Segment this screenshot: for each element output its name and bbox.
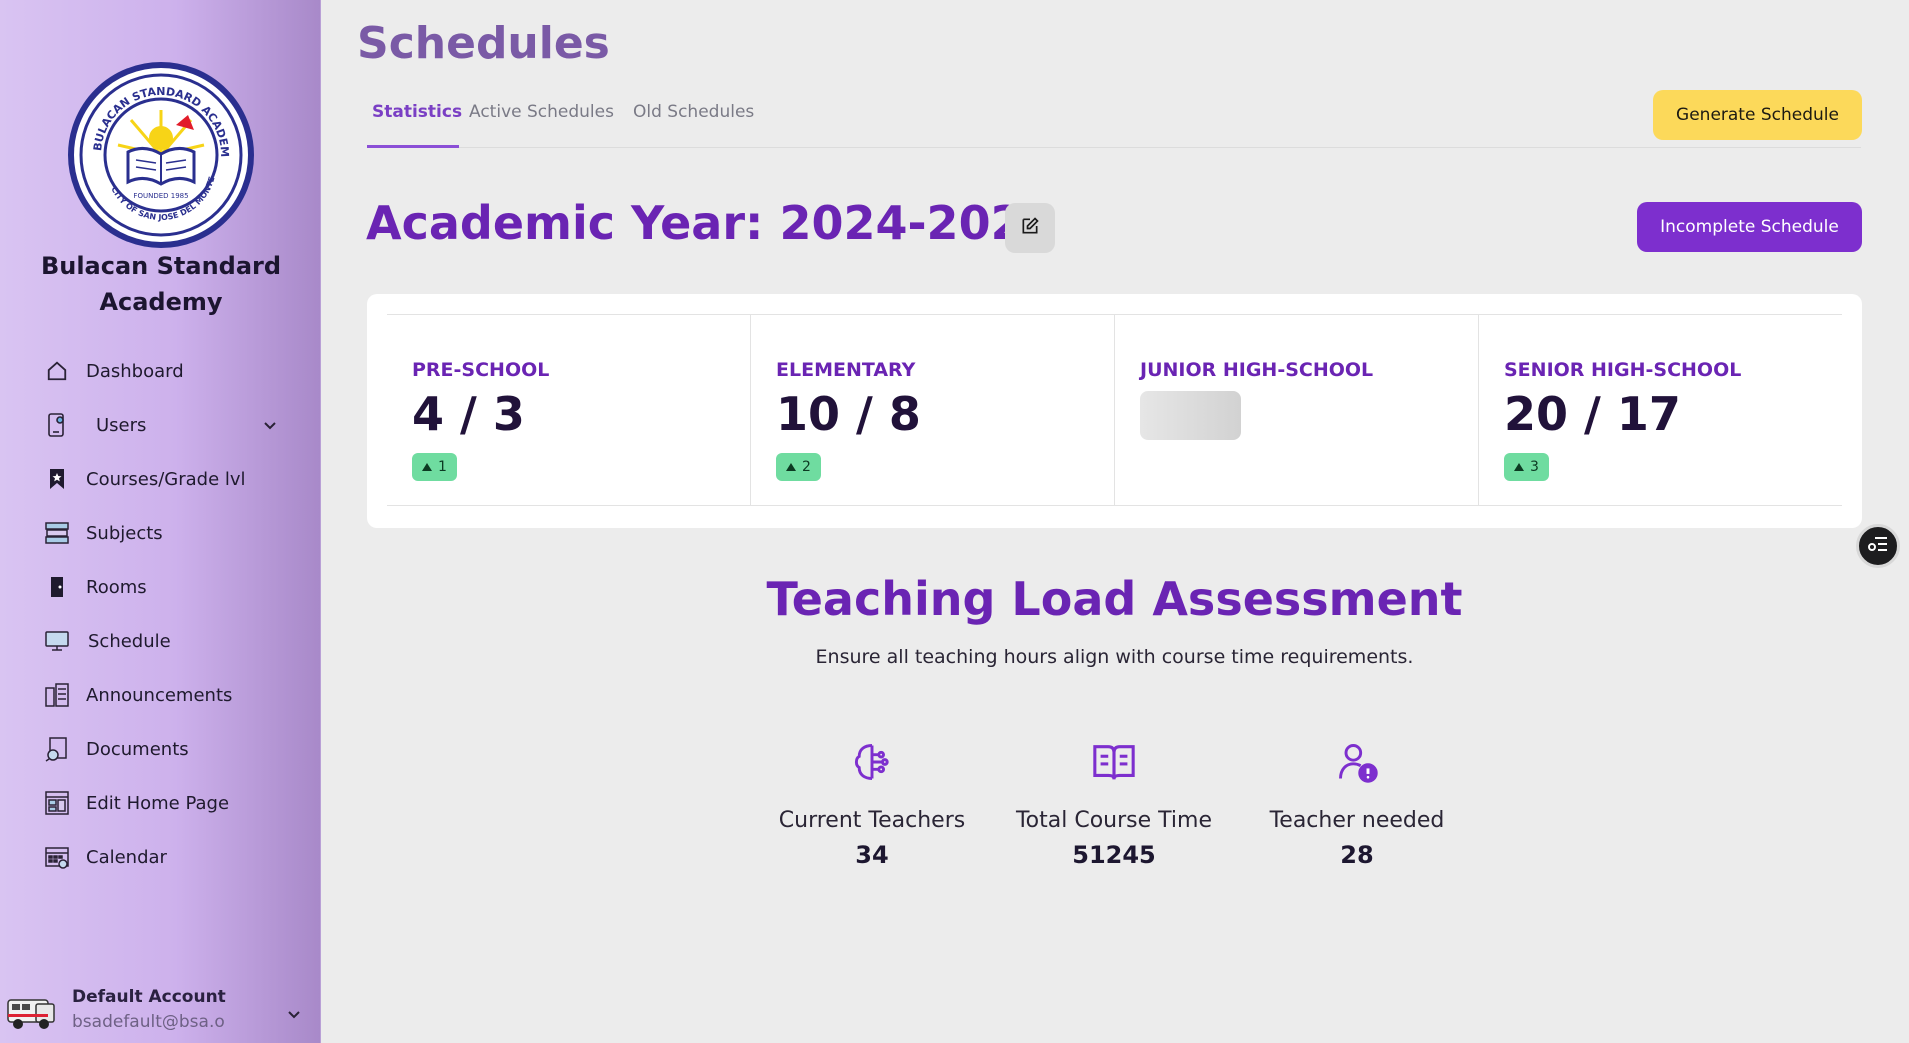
school-name-line1: Bulacan Standard xyxy=(40,252,282,280)
stat-elementary: ELEMENTARY 10 / 8 2 xyxy=(751,315,1115,505)
sidebar-item-label: Announcements xyxy=(86,684,233,706)
tab-active-schedules[interactable]: Active Schedules xyxy=(469,102,614,122)
sidebar-item-edit-home-page[interactable]: Edit Home Page xyxy=(0,776,321,830)
triangle-up-icon xyxy=(786,463,796,471)
sidebar-item-label: Users xyxy=(96,414,147,436)
bookmark-icon xyxy=(44,466,70,492)
stat-value: 20 / 17 xyxy=(1504,387,1681,441)
stat-badge: 1 xyxy=(412,453,457,481)
sidebar-item-dashboard[interactable]: Dashboard xyxy=(0,344,321,398)
books-icon xyxy=(44,520,70,546)
page-title: Schedules xyxy=(357,18,610,69)
stat-label: JUNIOR HIGH-SCHOOL xyxy=(1140,359,1374,381)
sidebar-item-rooms[interactable]: Rooms xyxy=(0,560,321,614)
svg-text:FOUNDED 1985: FOUNDED 1985 xyxy=(133,192,188,200)
sidebar-item-label: Rooms xyxy=(86,576,147,598)
sidebar-item-label: Dashboard xyxy=(86,360,184,382)
stat-senior-high-school: SENIOR HIGH-SCHOOL 20 / 17 3 xyxy=(1479,315,1842,505)
sidebar-item-documents[interactable]: Documents xyxy=(0,722,321,776)
edit-home-icon xyxy=(44,790,70,816)
loading-skeleton xyxy=(1140,391,1241,440)
account-email: bsadefault@bsa.o xyxy=(72,1012,225,1032)
metric-label: Current Teachers xyxy=(778,808,966,833)
edit-icon xyxy=(1020,216,1040,240)
sidebar-item-schedule[interactable]: Schedule xyxy=(0,614,321,668)
announcement-icon xyxy=(44,682,70,708)
stat-value: 4 / 3 xyxy=(412,387,525,441)
assessment-title: Teaching Load Assessment xyxy=(766,572,1463,626)
chevron-down-icon[interactable] xyxy=(287,1005,301,1024)
assessment-subtitle: Ensure all teaching hours align with cou… xyxy=(815,646,1414,668)
metric-total-course-time: Total Course Time 51245 xyxy=(994,740,1234,869)
metric-current-teachers: Current Teachers 34 xyxy=(752,740,992,869)
sidebar-item-label: Courses/Grade lvl xyxy=(86,468,246,490)
door-icon xyxy=(44,574,70,600)
stat-badge: 3 xyxy=(1504,453,1549,481)
account-menu[interactable]: Default Account bsadefault@bsa.o xyxy=(0,978,321,1043)
schedule-icon xyxy=(44,628,70,654)
sidebar-item-label: Edit Home Page xyxy=(86,792,230,814)
user-alert-icon xyxy=(1237,740,1477,788)
school-seal-icon: BULACAN STANDARD ACADEMY, INC. CITY OF S… xyxy=(76,70,243,237)
edit-academic-year-button[interactable] xyxy=(1005,203,1055,253)
account-name: Default Account xyxy=(72,987,226,1007)
sidebar-item-label: Schedule xyxy=(88,630,171,652)
stat-value: 10 / 8 xyxy=(776,387,921,441)
brain-icon xyxy=(752,740,992,788)
metric-value: 34 xyxy=(855,841,889,869)
sidebar-item-label: Documents xyxy=(86,738,189,760)
sidebar: BULACAN STANDARD ACADEMY, INC. CITY OF S… xyxy=(0,0,321,1043)
school-name-line2: Academy xyxy=(99,288,223,316)
sidebar-item-label: Calendar xyxy=(86,846,167,868)
tab-bar: Statistics Active Schedules Old Schedule… xyxy=(367,96,1861,148)
stat-pre-school: PRE-SCHOOL 4 / 3 1 xyxy=(387,315,751,505)
tab-old-schedules[interactable]: Old Schedules xyxy=(633,102,754,122)
triangle-up-icon xyxy=(1514,463,1524,471)
metric-value: 28 xyxy=(1340,841,1374,869)
sidebar-item-users[interactable]: Users xyxy=(0,398,321,452)
stat-label: PRE-SCHOOL xyxy=(412,359,550,381)
school-logo: BULACAN STANDARD ACADEMY, INC. CITY OF S… xyxy=(68,62,254,248)
chevron-down-icon[interactable] xyxy=(263,415,277,436)
tab-statistics[interactable]: Statistics xyxy=(372,102,462,122)
sidebar-item-subjects[interactable]: Subjects xyxy=(0,506,321,560)
book-open-icon xyxy=(994,740,1234,788)
metric-label: Teacher needed xyxy=(1269,808,1445,833)
stats-card: PRE-SCHOOL 4 / 3 1 ELEMENTARY 10 / 8 2 J… xyxy=(367,294,1862,528)
documents-icon xyxy=(44,736,70,762)
metric-label: Total Course Time xyxy=(1015,808,1212,833)
active-tab-indicator xyxy=(367,145,459,148)
metric-value: 51245 xyxy=(1072,841,1156,869)
list-settings-icon xyxy=(1867,535,1889,557)
triangle-up-icon xyxy=(422,463,432,471)
sidebar-item-label: Subjects xyxy=(86,522,163,544)
avatar xyxy=(6,992,58,1032)
stat-badge-value: 2 xyxy=(802,459,811,475)
school-name: Bulacan Standard Academy xyxy=(20,248,302,320)
academic-year-title: Academic Year: 2024-2025 xyxy=(366,196,1055,250)
sidebar-item-courses[interactable]: Courses/Grade lvl xyxy=(0,452,321,506)
sidebar-nav: Dashboard Users Courses/Grade lvl Subjec… xyxy=(0,344,321,884)
floating-menu-button[interactable] xyxy=(1856,524,1900,568)
stat-badge-value: 3 xyxy=(1530,459,1539,475)
stat-label: ELEMENTARY xyxy=(776,359,916,381)
calendar-icon xyxy=(44,844,70,870)
metric-teacher-needed: Teacher needed 28 xyxy=(1237,740,1477,869)
stat-label: SENIOR HIGH-SCHOOL xyxy=(1504,359,1742,381)
incomplete-schedule-button[interactable]: Incomplete Schedule xyxy=(1637,202,1862,252)
stat-badge: 2 xyxy=(776,453,821,481)
users-icon xyxy=(44,412,70,438)
home-icon xyxy=(44,358,70,384)
sidebar-item-calendar[interactable]: Calendar xyxy=(0,830,321,884)
sidebar-item-announcements[interactable]: Announcements xyxy=(0,668,321,722)
stat-badge-value: 1 xyxy=(438,459,447,475)
stat-junior-high-school: JUNIOR HIGH-SCHOOL xyxy=(1115,315,1479,505)
generate-schedule-button[interactable]: Generate Schedule xyxy=(1653,90,1862,140)
